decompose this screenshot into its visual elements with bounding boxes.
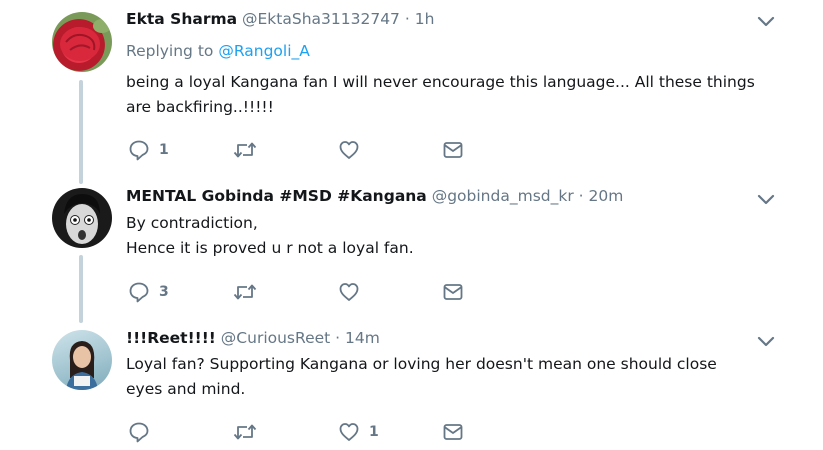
tweet[interactable]: Ekta Sharma @EktaSha31132747 · 1h Replyi… <box>0 0 823 175</box>
display-name[interactable]: !!!Reet!!!! <box>126 329 216 347</box>
like-button[interactable] <box>338 281 369 303</box>
user-handle[interactable]: @gobinda_msd_kr <box>432 187 574 205</box>
tweet[interactable]: !!!Reet!!!! @CuriousReet · 14m Loyal fan… <box>0 315 823 450</box>
reply-icon <box>129 140 149 161</box>
action-bar: 1 <box>128 139 488 161</box>
reply-icon <box>129 422 149 443</box>
timestamp[interactable]: 1h <box>415 10 435 28</box>
user-handle[interactable]: @CuriousReet <box>221 329 330 347</box>
direct-message-button[interactable] <box>442 139 464 161</box>
like-icon <box>339 283 359 301</box>
separator: · <box>335 329 341 347</box>
separator: · <box>404 10 410 28</box>
chevron-down-icon[interactable] <box>757 16 775 28</box>
reply-count: 1 <box>159 142 169 158</box>
direct-message-button[interactable] <box>442 421 464 443</box>
retweet-icon <box>233 424 257 440</box>
tweet-text-line: Hence it is proved u r not a loyal fan. <box>126 239 414 257</box>
replying-to-link[interactable]: @Rangoli_A <box>218 42 310 60</box>
action-bar: 1 <box>128 421 488 443</box>
avatar[interactable] <box>52 330 112 390</box>
tweet-text-line: are backfiring..!!!!! <box>126 98 274 116</box>
retweet-button[interactable] <box>233 139 266 161</box>
like-count: 1 <box>369 424 379 440</box>
avatar[interactable] <box>52 188 112 248</box>
action-bar: 3 <box>128 281 488 303</box>
tweet-text-line: Loyal fan? Supporting Kangana or loving … <box>126 355 717 373</box>
tweet-text: By contradiction, Hence it is proved u r… <box>126 211 786 261</box>
user-handle[interactable]: @EktaSha31132747 <box>242 10 400 28</box>
avatar[interactable] <box>52 12 112 72</box>
display-name[interactable]: Ekta Sharma <box>126 10 237 28</box>
reply-button[interactable]: 3 <box>128 281 169 303</box>
direct-message-button[interactable] <box>442 281 464 303</box>
reply-icon <box>129 282 149 303</box>
tweet-text-line: eyes and mind. <box>126 380 246 398</box>
like-button[interactable]: 1 <box>338 421 379 443</box>
like-icon <box>339 423 359 441</box>
like-button[interactable] <box>338 139 369 161</box>
like-icon <box>339 141 359 159</box>
tweet-header: MENTAL Gobinda #MSD #Kangana @gobinda_ms… <box>126 187 623 205</box>
tweet-header: !!!Reet!!!! @CuriousReet · 14m <box>126 329 380 347</box>
reply-button[interactable] <box>128 421 159 443</box>
tweet-text-line: By contradiction, <box>126 214 258 232</box>
retweet-icon <box>233 284 257 300</box>
tweet-text: Loyal fan? Supporting Kangana or loving … <box>126 352 786 402</box>
retweet-button[interactable] <box>233 281 266 303</box>
tweet-header: Ekta Sharma @EktaSha31132747 · 1h <box>126 10 434 28</box>
reply-button[interactable]: 1 <box>128 139 169 161</box>
timestamp[interactable]: 20m <box>589 187 624 205</box>
chevron-down-icon[interactable] <box>757 194 775 206</box>
timestamp[interactable]: 14m <box>345 329 380 347</box>
retweet-icon <box>233 142 257 158</box>
retweet-button[interactable] <box>233 421 266 443</box>
reply-count: 3 <box>159 284 169 300</box>
display-name[interactable]: MENTAL Gobinda #MSD #Kangana <box>126 187 427 205</box>
replying-to-label: Replying to <box>126 42 214 60</box>
tweet-text: being a loyal Kangana fan I will never e… <box>126 70 786 120</box>
separator: · <box>578 187 584 205</box>
replying-to: Replying to @Rangoli_A <box>126 42 310 60</box>
tweet-text-line: being a loyal Kangana fan I will never e… <box>126 73 755 91</box>
tweet[interactable]: MENTAL Gobinda #MSD #Kangana @gobinda_ms… <box>0 175 823 315</box>
message-icon <box>443 142 463 158</box>
message-icon <box>443 424 463 440</box>
message-icon <box>443 284 463 300</box>
chevron-down-icon[interactable] <box>757 336 775 348</box>
